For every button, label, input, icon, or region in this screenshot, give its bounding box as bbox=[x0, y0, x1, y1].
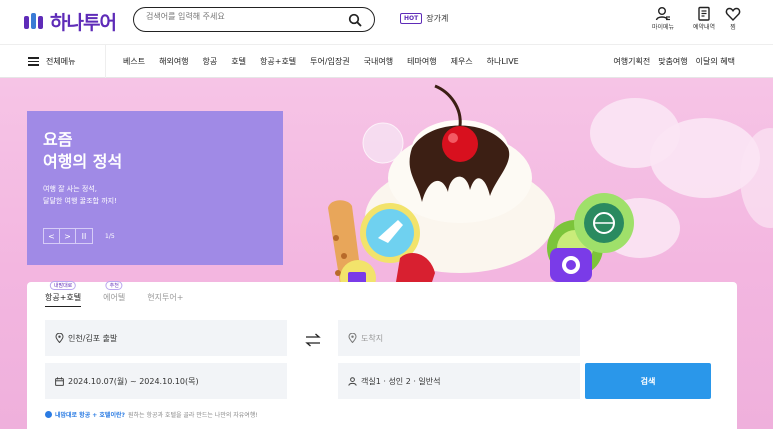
departure-field[interactable]: 인천/김포 출발 bbox=[45, 320, 287, 356]
info-icon bbox=[45, 411, 52, 418]
nav-item-tour-tickets[interactable]: 투어/입장권 bbox=[310, 56, 350, 67]
nav-item-custom-travel[interactable]: 맞춤여행 bbox=[658, 56, 687, 67]
location-pin-icon bbox=[55, 333, 64, 343]
date-range-value: 2024.10.07(월) ~ 2024.10.10(목) bbox=[68, 376, 199, 386]
hot-badge: HOT bbox=[400, 13, 423, 24]
search-icon[interactable] bbox=[348, 12, 362, 31]
promo-subtitle-line1: 여행 잘 사는 정석, bbox=[43, 185, 97, 193]
travel-search-panel: 내맘대로 항공+호텔 추천 에어텔 현지투어+ 인천/김포 출발 도착지 202… bbox=[27, 281, 737, 429]
heart-icon bbox=[725, 7, 741, 22]
promo-title-line2: 여행의 정석 bbox=[43, 152, 123, 171]
carousel-next-button[interactable]: > bbox=[60, 229, 76, 243]
calendar-icon bbox=[55, 376, 64, 386]
arrival-placeholder: 도착지 bbox=[361, 333, 384, 343]
tab-airtel[interactable]: 추천 에어텔 bbox=[103, 281, 126, 307]
document-icon bbox=[698, 6, 710, 21]
all-menu-label: 전체메뉴 bbox=[46, 57, 76, 66]
tab-local-tour[interactable]: 현지투어+ bbox=[147, 292, 183, 307]
promo-title: 요즘 여행의 정석 bbox=[43, 129, 122, 173]
logo-text: 하나투어 bbox=[50, 12, 117, 34]
info-note-text: 원하는 항공과 호텔을 골라 만드는 나만의 자유여행! bbox=[127, 412, 258, 419]
tab-label: 현지투어+ bbox=[147, 293, 184, 302]
reservations-label: 예약내역 bbox=[693, 24, 716, 31]
nav-item-monthly-benefits[interactable]: 이달의 혜택 bbox=[696, 56, 735, 67]
nav-item-flight-hotel[interactable]: 항공+호텔 bbox=[260, 56, 296, 67]
info-note-link[interactable]: 내맘대로 항공 + 호텔이란? bbox=[55, 410, 125, 419]
nav-item-best[interactable]: 베스트 bbox=[123, 56, 145, 67]
search-button[interactable]: 검색 bbox=[585, 363, 711, 399]
search-tabs: 내맘대로 항공+호텔 추천 에어텔 현지투어+ bbox=[45, 281, 205, 307]
info-note: 내맘대로 항공 + 호텔이란? 원하는 항공과 호텔을 골라 만드는 나만의 자… bbox=[45, 410, 258, 419]
nav-item-hotel[interactable]: 호텔 bbox=[231, 56, 246, 67]
nav-item-zeus[interactable]: 제우스 bbox=[451, 56, 473, 67]
header: 하나투어 HOT 장가계 마이메뉴 예약내역 찜 bbox=[0, 0, 773, 44]
guests-field[interactable]: 객실1 · 성인 2 · 일반석 bbox=[338, 363, 580, 399]
logo-mark-icon bbox=[24, 12, 46, 31]
hamburger-icon bbox=[28, 57, 39, 66]
wishlist-label: 찜 bbox=[730, 24, 736, 31]
person-icon bbox=[348, 376, 357, 386]
my-menu-label: 마이메뉴 bbox=[652, 24, 675, 31]
carousel-page-indicator: 1/5 bbox=[105, 232, 115, 240]
all-menu-button[interactable]: 전체메뉴 bbox=[28, 45, 106, 78]
ice-cream-illustration bbox=[328, 84, 634, 288]
hot-keyword[interactable]: HOT 장가계 bbox=[400, 13, 448, 24]
promo-subtitle: 여행 잘 사는 정석, 달달한 여행 꿀조합 까지! bbox=[43, 183, 117, 207]
arrival-field[interactable]: 도착지 bbox=[338, 320, 580, 356]
hot-keyword-label: 장가계 bbox=[426, 14, 449, 23]
location-pin-icon bbox=[348, 333, 357, 343]
departure-value: 인천/김포 출발 bbox=[68, 333, 118, 343]
wishlist-button[interactable]: 찜 bbox=[725, 6, 741, 31]
nav-items: 베스트 해외여행 항공 호텔 항공+호텔 투어/입장권 국내여행 테마여행 제우… bbox=[123, 56, 533, 67]
nav-item-overseas[interactable]: 해외여행 bbox=[159, 56, 188, 67]
nav-item-exhibitions[interactable]: 여행기획전 bbox=[613, 56, 650, 67]
my-menu-button[interactable]: 마이메뉴 bbox=[652, 6, 674, 31]
date-field[interactable]: 2024.10.07(월) ~ 2024.10.10(목) bbox=[45, 363, 287, 399]
search-bar[interactable] bbox=[133, 7, 375, 32]
tab-flight-hotel[interactable]: 내맘대로 항공+호텔 bbox=[45, 281, 82, 307]
main-nav: 전체메뉴 베스트 해외여행 항공 호텔 항공+호텔 투어/입장권 국내여행 테마… bbox=[0, 44, 773, 78]
guests-value: 객실1 · 성인 2 · 일반석 bbox=[361, 376, 441, 386]
promo-card[interactable]: 요즘 여행의 정석 여행 잘 사는 정석, 달달한 여행 꿀조합 까지! < >… bbox=[27, 111, 283, 265]
logo[interactable]: 하나투어 bbox=[24, 8, 117, 35]
user-icon bbox=[655, 7, 671, 21]
swap-icon[interactable] bbox=[305, 332, 321, 351]
tab-tag-custom: 내맘대로 bbox=[49, 281, 77, 290]
promo-subtitle-line2: 달달한 여행 꿀조합 까지! bbox=[43, 197, 117, 205]
nav-item-domestic[interactable]: 국내여행 bbox=[364, 56, 393, 67]
promo-title-line1: 요즘 bbox=[43, 130, 73, 149]
carousel-prev-button[interactable]: < bbox=[44, 229, 60, 243]
search-input[interactable] bbox=[146, 12, 336, 21]
nav-item-theme[interactable]: 테마여행 bbox=[407, 56, 436, 67]
nav-right: 여행기획전 맞춤여행 이달의 혜택 bbox=[605, 56, 735, 67]
carousel-button-group: < > II bbox=[43, 228, 93, 244]
carousel-pause-button[interactable]: II bbox=[76, 229, 92, 243]
reservations-button[interactable]: 예약내역 bbox=[693, 6, 715, 31]
nav-item-hana-live[interactable]: 하나LIVE bbox=[487, 56, 519, 67]
tab-label: 항공+호텔 bbox=[45, 293, 82, 302]
nav-item-flight[interactable]: 항공 bbox=[203, 56, 218, 67]
tab-tag-recommended: 추천 bbox=[105, 281, 123, 290]
tab-label: 에어텔 bbox=[103, 293, 126, 302]
carousel-controls: < > II 1/5 bbox=[43, 228, 115, 244]
